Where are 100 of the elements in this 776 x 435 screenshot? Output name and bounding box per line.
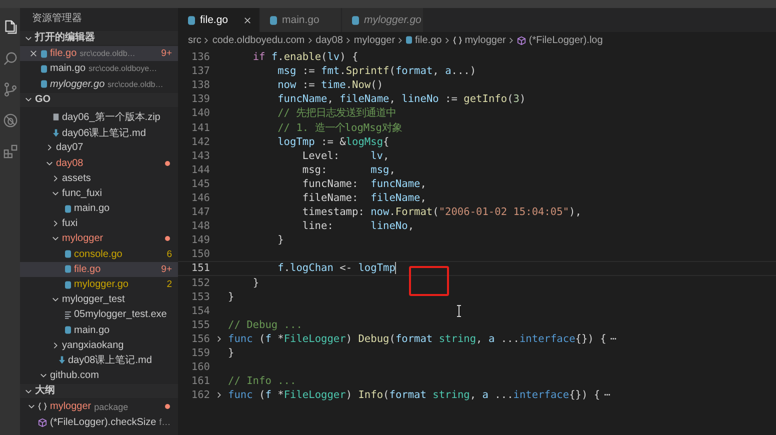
tree-item[interactable]: assets: [20, 170, 178, 186]
file-path: src\code.oldb…: [80, 49, 136, 58]
search-icon[interactable]: [2, 51, 18, 66]
annotation-rectangle: [409, 266, 449, 296]
open-editor-item[interactable]: main.go src\code.oldboye…: [20, 61, 178, 77]
breadcrumb-item[interactable]: (*FileLogger).log: [528, 34, 603, 46]
editor-tab[interactable]: file.go: [178, 8, 260, 32]
branch-icon[interactable]: [2, 82, 18, 97]
file-icon: [53, 113, 59, 122]
breadcrumb-item[interactable]: code.oldboyedu.com: [212, 34, 305, 46]
tree-item[interactable]: day07: [20, 140, 178, 156]
line-number: 140: [190, 107, 210, 120]
editor-tab[interactable]: main.go: [260, 8, 342, 32]
code-line: }: [252, 276, 260, 289]
tree-item-label: main.go: [74, 203, 110, 214]
breadcrumb-item[interactable]: src: [188, 34, 202, 46]
tree-item[interactable]: mylogger: [20, 231, 178, 247]
code-line: f.logChan <- logTmp: [276, 262, 396, 274]
line-number: 139: [190, 93, 210, 106]
breadcrumb-item[interactable]: file.go: [415, 34, 442, 46]
line-number: 143: [190, 150, 210, 162]
tree-item[interactable]: main.go: [20, 201, 178, 216]
tree-item-label: console.go: [74, 248, 122, 260]
breadcrumb-item[interactable]: day08: [316, 34, 343, 46]
text-cursor-icon: [456, 305, 462, 317]
file-name: file.go: [50, 48, 77, 60]
tree-item-label: day08: [56, 158, 84, 169]
code-line: funcName: funcName,: [301, 178, 426, 190]
line-number: 138: [190, 79, 210, 92]
breadcrumb-item[interactable]: mylogger: [464, 34, 506, 46]
close-icon[interactable]: [244, 16, 251, 24]
tree-item[interactable]: 05mylogger_test.exe: [20, 307, 178, 323]
chevron-icon: [508, 36, 514, 44]
symbol-detail: package: [94, 402, 128, 412]
line-number: 155: [190, 318, 210, 331]
line-number: 151: [190, 262, 210, 274]
tab-label: main.go: [282, 14, 320, 26]
tree-item-label: day06_第一个版本.zip: [62, 110, 160, 124]
code-line: line: lineNo,: [301, 220, 414, 232]
line-number: 150: [190, 248, 210, 260]
section-header[interactable]: 打开的编辑器: [20, 31, 178, 45]
tree-item[interactable]: day08: [20, 155, 178, 171]
breadcrumb-item[interactable]: mylogger: [354, 34, 396, 46]
tree-item[interactable]: day06_第一个版本.zip: [20, 110, 178, 126]
tree-item-label: mylogger_test: [62, 294, 125, 306]
section-title: 大纲: [35, 384, 55, 398]
editor-tab[interactable]: mylogger.go: [342, 8, 424, 32]
tree-item-label: assets: [62, 172, 91, 184]
tree-item[interactable]: file.go 9+: [20, 262, 178, 277]
line-number: 161: [190, 375, 210, 388]
line-number: 160: [190, 361, 210, 374]
line-number: 153: [190, 290, 210, 303]
tree-item[interactable]: console.go 6: [20, 246, 178, 262]
fold-ellipsis[interactable]: ⋯: [610, 332, 616, 345]
section-header[interactable]: 大纲: [20, 384, 178, 398]
problem-count: 6: [166, 248, 173, 260]
outline-item[interactable]: mylogger package: [20, 399, 178, 414]
code-line: msg: msg,: [301, 164, 396, 176]
line-number: 154: [190, 304, 210, 317]
tab-label: file.go: [200, 14, 228, 26]
tree-item[interactable]: day08课上笔记.md: [20, 352, 178, 368]
go-file-icon: [352, 16, 359, 24]
tree-item[interactable]: github.com: [20, 368, 178, 384]
tree-item[interactable]: fuxi: [20, 216, 178, 232]
tree-item-label: yangxiaokang: [62, 340, 124, 351]
code-line: logTmp := &logMsg{: [276, 136, 390, 148]
line-number: 152: [190, 276, 210, 289]
code-line: func (f *FileLogger) Info(format string, a ...interface{}) {: [228, 389, 600, 402]
close-icon[interactable]: [30, 50, 37, 58]
tree-item[interactable]: mylogger_test: [20, 292, 178, 308]
tree-item[interactable]: day06课上笔记.md: [20, 125, 178, 140]
files-icon[interactable]: [2, 20, 18, 35]
extensions-icon[interactable]: [2, 144, 18, 159]
open-editor-item[interactable]: mylogger.go src\code.oldb…: [20, 76, 178, 92]
code-line: }: [228, 290, 234, 303]
section-title: 打开的编辑器: [35, 31, 95, 45]
problem-count: 2: [166, 279, 173, 290]
code-line: func (f *FileLogger) Debug(format string, a ...interface{}) {: [228, 332, 606, 345]
line-number: 145: [190, 178, 210, 190]
file-name: mylogger.go: [50, 78, 105, 90]
open-editor-item[interactable]: file.go src\code.oldb… 9+: [20, 46, 178, 62]
tree-item-label: day06课上笔记.md: [62, 126, 146, 140]
chevron-icon[interactable]: [216, 334, 222, 343]
chevron-icon: [444, 36, 450, 44]
tree-item[interactable]: func_fuxi: [20, 186, 178, 202]
code-line: Level: lv,: [301, 150, 390, 162]
fold-ellipsis[interactable]: ⋯: [604, 389, 610, 402]
tree-item[interactable]: mylogger.go 2: [20, 276, 178, 292]
tree-item[interactable]: yangxiaokang: [20, 338, 178, 353]
chevron-icon[interactable]: [216, 391, 222, 400]
cube-icon: [516, 36, 526, 44]
cube-icon: [38, 418, 47, 427]
line-number: 137: [190, 65, 210, 78]
section-header[interactable]: GO: [20, 92, 178, 107]
chevron-icon: [25, 96, 32, 104]
line-number: 159: [190, 347, 210, 360]
text-cursor: [395, 262, 396, 274]
outline-item[interactable]: (*FileLogger).checkSize f…: [20, 414, 178, 430]
tree-item[interactable]: main.go: [20, 322, 178, 338]
bug-icon[interactable]: [2, 113, 18, 128]
